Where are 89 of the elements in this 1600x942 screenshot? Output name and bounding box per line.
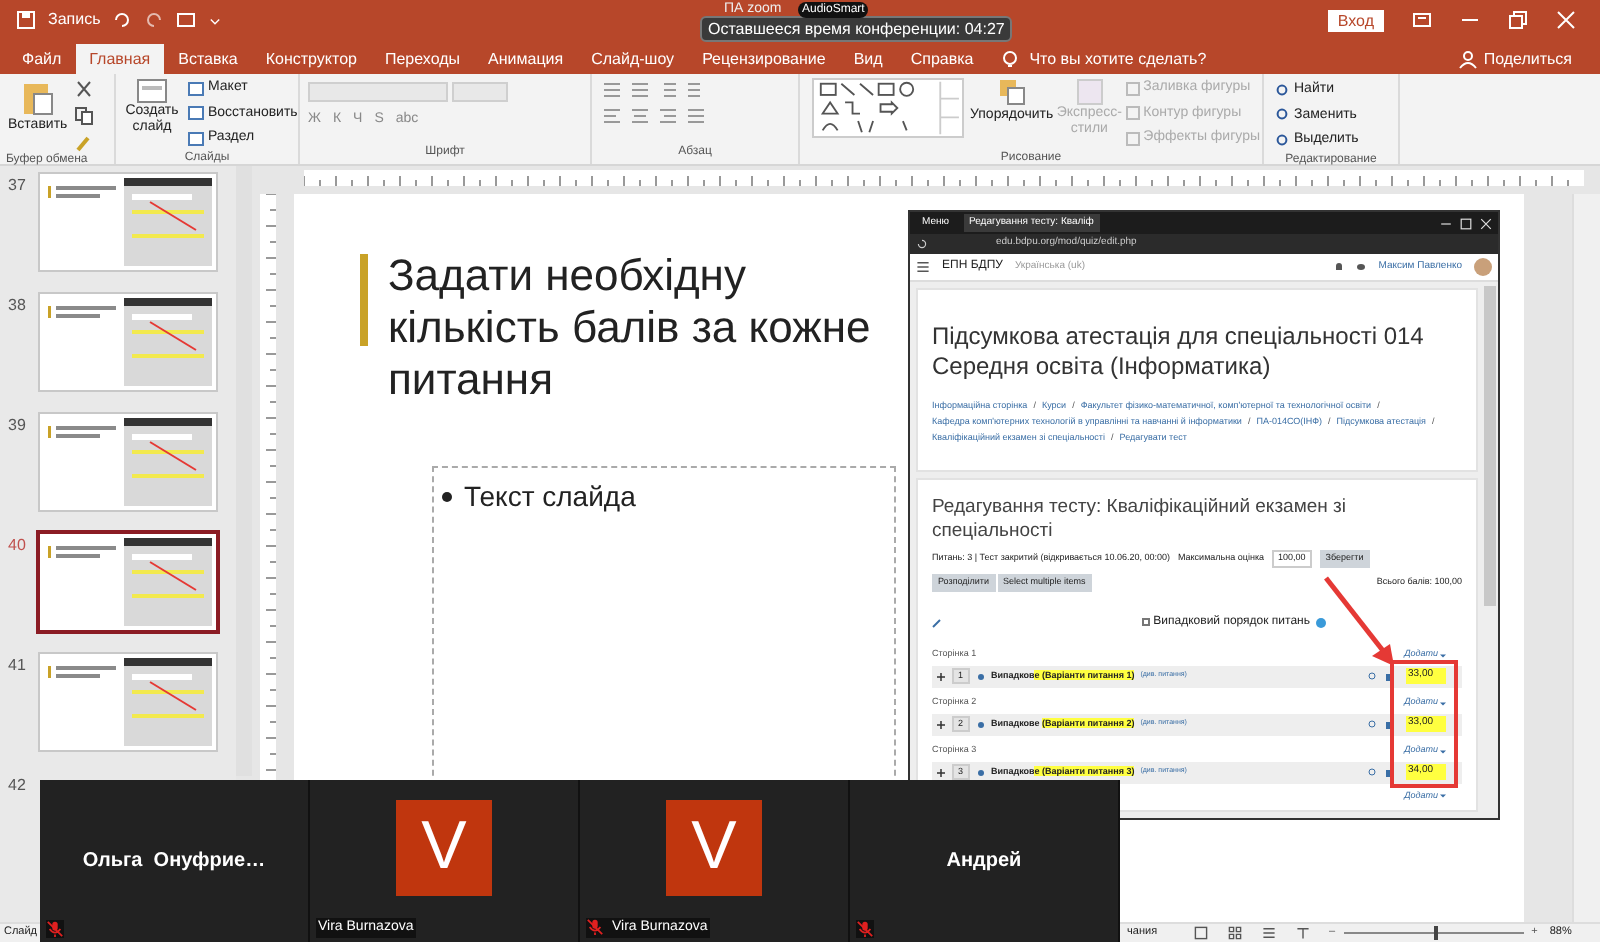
paragraph-tools-drawing <box>604 82 700 98</box>
avatar: V <box>396 799 492 895</box>
ribbon-display-icon <box>1412 10 1432 30</box>
menu-icon <box>916 260 930 274</box>
presenter-icon <box>1295 926 1310 940</box>
close-icon <box>1480 217 1492 229</box>
ribbon-tab[interactable]: Конструктор <box>251 44 371 74</box>
restore-icon <box>1508 10 1528 30</box>
ribbon-tab[interactable]: Вид <box>839 44 897 74</box>
slide-number: 41 <box>8 654 28 678</box>
course-heading: Підсумкова атестація для спеціальності 014 Середня освіта (Інформатика) <box>932 322 1426 382</box>
close-icon <box>1556 10 1576 30</box>
circle-icon <box>1276 133 1290 148</box>
slide-number: 42 <box>8 774 28 798</box>
bullet-text: Текст слайда <box>464 478 636 516</box>
trash-icon <box>1384 719 1394 729</box>
move-icon <box>936 671 946 681</box>
ribbon-tab[interactable]: Вставка <box>164 44 252 74</box>
search-icon <box>1368 671 1378 681</box>
muted-mic-icon <box>856 920 874 938</box>
slide-thumbnail[interactable] <box>40 174 216 270</box>
dropdown-icon <box>208 13 223 27</box>
trash-icon <box>1384 671 1394 681</box>
copy-icon <box>73 106 94 126</box>
muted-mic-icon <box>586 918 604 937</box>
slide-thumbnail[interactable] <box>40 294 216 390</box>
bell-icon <box>1334 262 1345 272</box>
caret-icon <box>1440 701 1446 705</box>
ribbon-tab[interactable]: Анимация <box>474 44 578 74</box>
shapes-gallery[interactable] <box>812 78 964 138</box>
person-icon <box>1457 49 1478 69</box>
minimize-icon <box>1440 217 1452 229</box>
slide-number: 38 <box>8 294 28 318</box>
ribbon-tab[interactable]: Главная <box>75 44 165 74</box>
normal-view-icon <box>1193 926 1208 940</box>
caret-icon <box>1440 793 1446 798</box>
ribbon-tab[interactable]: Рецензирование <box>688 44 840 74</box>
participant-name: Ольга Онуфрие… <box>82 848 266 876</box>
record-label: Запись <box>48 8 101 32</box>
reload-icon <box>916 238 928 250</box>
slide-thumbnail[interactable] <box>40 414 216 510</box>
help-icon <box>1316 617 1326 627</box>
slideshow-icon <box>176 10 197 30</box>
share-button[interactable]: Поделиться <box>1483 47 1572 71</box>
avatar <box>1474 258 1492 276</box>
scissors-icon <box>73 80 94 100</box>
reading-view-icon <box>1261 926 1276 940</box>
chat-icon <box>1356 262 1367 272</box>
quiz-heading: Редагування тесту: Кваліфікаційний екзамен зі спеціальності <box>932 496 1348 544</box>
signin-button[interactable]: Вход <box>1327 9 1384 31</box>
clipboard-icon <box>21 80 54 116</box>
slide-number: 37 <box>8 174 28 198</box>
caret-icon <box>1440 653 1446 657</box>
ribbon-tab[interactable]: Файл <box>8 44 76 74</box>
zoom-thumb[interactable] <box>1433 926 1438 940</box>
avatar: V <box>666 799 762 895</box>
alignment-tools-drawing <box>604 108 704 124</box>
save-icon <box>16 10 36 30</box>
lightbulb-icon <box>999 49 1020 69</box>
move-icon <box>936 719 946 729</box>
trash-icon <box>1384 767 1394 777</box>
slide-title: Задати необхідну кількість балів за кожне питання <box>388 250 873 406</box>
ribbon-tab[interactable]: Справка <box>896 44 988 74</box>
maximize-icon <box>1460 217 1472 229</box>
ribbon-tab[interactable]: Слайд-шоу <box>577 44 689 74</box>
circle-icon <box>1276 108 1290 123</box>
participant-name: Андрей <box>946 848 1022 876</box>
tell-me-field[interactable]: Что вы хотите сделать? <box>1029 47 1207 71</box>
circle-icon <box>1276 83 1290 98</box>
shuffle-checkbox[interactable] <box>1141 618 1150 626</box>
muted-mic-icon <box>46 920 64 938</box>
slide-number: 39 <box>8 414 28 438</box>
title-accent-bar <box>360 254 368 346</box>
search-icon <box>1368 767 1378 777</box>
caret-icon <box>1440 749 1446 753</box>
undo-icon <box>112 10 133 30</box>
brush-icon <box>73 132 94 152</box>
highlight-frame <box>1390 659 1458 787</box>
redo-icon <box>144 10 165 30</box>
slide-thumbnail[interactable] <box>40 654 216 750</box>
ribbon-tab[interactable]: Переходы <box>370 44 475 74</box>
move-icon <box>936 767 946 777</box>
slide-number: 40 <box>8 534 28 558</box>
grid-view-icon <box>1227 926 1242 940</box>
pencil-icon <box>932 617 942 627</box>
bullet-icon <box>442 492 452 502</box>
search-icon <box>1368 719 1378 729</box>
timer-label: Оставшееся время конференции: 04:27 <box>700 16 1013 42</box>
slide-thumbnail[interactable] <box>40 534 216 630</box>
